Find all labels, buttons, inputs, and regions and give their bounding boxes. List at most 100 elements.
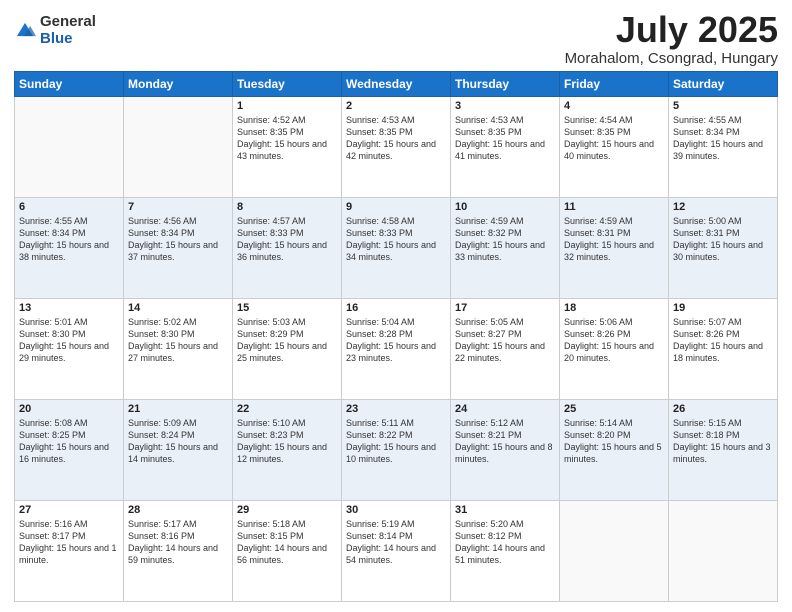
day-info: Sunrise: 4:59 AMSunset: 8:31 PMDaylight:… [564,215,664,264]
day-info: Sunrise: 5:19 AMSunset: 8:14 PMDaylight:… [346,518,446,567]
title-block: July 2025 Morahalom, Csongrad, Hungary [565,10,778,67]
day-number: 24 [455,403,555,415]
day-number: 3 [455,100,555,112]
table-row: 22Sunrise: 5:10 AMSunset: 8:23 PMDayligh… [233,399,342,500]
day-info: Sunrise: 5:08 AMSunset: 8:25 PMDaylight:… [19,417,119,466]
table-row: 23 Sunrise: 5:11 AMSunset: 8:22 PMDayligh… [342,399,451,500]
day-info: Sunrise: 5:09 AMSunset: 8:24 PMDaylight:… [128,417,228,466]
day-info: Sunrise: 4:56 AMSunset: 8:34 PMDaylight:… [128,215,228,264]
table-row: 3 Sunrise: 4:53 AMSunset: 8:35 PMDaylight… [451,96,560,197]
day-info: Sunrise: 5:07 AMSunset: 8:26 PMDaylight:… [673,316,773,365]
day-number: 9 [346,201,446,213]
day-info: Sunrise: 5:06 AMSunset: 8:26 PMDaylight:… [564,316,664,365]
table-row: 26 Sunrise: 5:15 AMSunset: 8:18 PMDayligh… [669,399,778,500]
table-row: 21 Sunrise: 5:09 AMSunset: 8:24 PMDayligh… [124,399,233,500]
header-friday: Friday [560,71,669,96]
day-number: 29 [237,504,337,516]
table-row: 25Sunrise: 5:14 AMSunset: 8:20 PMDayligh… [560,399,669,500]
calendar-table: Sunday Monday Tuesday Wednesday Thursday… [14,71,778,602]
day-info: Sunrise: 5:11 AMSunset: 8:22 PMDaylight:… [346,417,446,466]
day-info: Sunrise: 5:05 AMSunset: 8:27 PMDaylight:… [455,316,555,365]
day-number: 2 [346,100,446,112]
logo-icon [14,20,36,42]
day-info: Sunrise: 5:15 AMSunset: 8:18 PMDaylight:… [673,417,773,466]
day-info: Sunrise: 5:20 AMSunset: 8:12 PMDaylight:… [455,518,555,567]
day-info: Sunrise: 4:55 AMSunset: 8:34 PMDaylight:… [673,114,773,163]
header-wednesday: Wednesday [342,71,451,96]
day-info: Sunrise: 5:00 AMSunset: 8:31 PMDaylight:… [673,215,773,264]
calendar-week-row: 6 Sunrise: 4:55 AMSunset: 8:34 PMDaylight… [15,197,778,298]
day-number: 20 [19,403,119,415]
day-number: 11 [564,201,664,213]
table-row: 31 Sunrise: 5:20 AMSunset: 8:12 PMDayligh… [451,500,560,601]
table-row: 5 Sunrise: 4:55 AMSunset: 8:34 PMDaylight… [669,96,778,197]
header-monday: Monday [124,71,233,96]
day-number: 27 [19,504,119,516]
day-info: Sunrise: 5:12 AMSunset: 8:21 PMDaylight:… [455,417,555,466]
day-info: Sunrise: 5:17 AMSunset: 8:16 PMDaylight:… [128,518,228,567]
table-row: 1Sunrise: 4:52 AMSunset: 8:35 PMDaylight… [233,96,342,197]
day-info: Sunrise: 4:53 AMSunset: 8:35 PMDaylight:… [346,114,446,163]
day-number: 16 [346,302,446,314]
table-row: 13 Sunrise: 5:01 AMSunset: 8:30 PMDayligh… [15,298,124,399]
day-number: 8 [237,201,337,213]
table-row [15,96,124,197]
header-tuesday: Tuesday [233,71,342,96]
table-row: 4Sunrise: 4:54 AMSunset: 8:35 PMDaylight… [560,96,669,197]
day-info: Sunrise: 4:58 AMSunset: 8:33 PMDaylight:… [346,215,446,264]
day-info: Sunrise: 5:18 AMSunset: 8:15 PMDaylight:… [237,518,337,567]
table-row: 7 Sunrise: 4:56 AMSunset: 8:34 PMDaylight… [124,197,233,298]
calendar-week-row: 27 Sunrise: 5:16 AMSunset: 8:17 PMDayligh… [15,500,778,601]
day-number: 26 [673,403,773,415]
table-row: 29 Sunrise: 5:18 AMSunset: 8:15 PMDayligh… [233,500,342,601]
table-row: 17 Sunrise: 5:05 AMSunset: 8:27 PMDayligh… [451,298,560,399]
table-row: 11 Sunrise: 4:59 AMSunset: 8:31 PMDayligh… [560,197,669,298]
day-info: Sunrise: 4:55 AMSunset: 8:34 PMDaylight:… [19,215,119,264]
table-row: 16 Sunrise: 5:04 AMSunset: 8:28 PMDayligh… [342,298,451,399]
table-row: 18Sunrise: 5:06 AMSunset: 8:26 PMDayligh… [560,298,669,399]
day-number: 17 [455,302,555,314]
day-number: 23 [346,403,446,415]
table-row [124,96,233,197]
day-info: Sunrise: 5:02 AMSunset: 8:30 PMDaylight:… [128,316,228,365]
day-number: 12 [673,201,773,213]
day-number: 22 [237,403,337,415]
day-number: 4 [564,100,664,112]
day-number: 19 [673,302,773,314]
calendar-week-row: 13 Sunrise: 5:01 AMSunset: 8:30 PMDayligh… [15,298,778,399]
table-row: 15Sunrise: 5:03 AMSunset: 8:29 PMDayligh… [233,298,342,399]
table-row: 9 Sunrise: 4:58 AMSunset: 8:33 PMDaylight… [342,197,451,298]
table-row: 28 Sunrise: 5:17 AMSunset: 8:16 PMDayligh… [124,500,233,601]
day-info: Sunrise: 4:57 AMSunset: 8:33 PMDaylight:… [237,215,337,264]
day-number: 28 [128,504,228,516]
logo: General Blue [14,14,96,47]
logo-text: General Blue [40,14,96,47]
header-sunday: Sunday [15,71,124,96]
header-thursday: Thursday [451,71,560,96]
table-row: 20 Sunrise: 5:08 AMSunset: 8:25 PMDayligh… [15,399,124,500]
calendar-week-row: 1Sunrise: 4:52 AMSunset: 8:35 PMDaylight… [15,96,778,197]
logo-general: General [40,14,96,31]
subtitle: Morahalom, Csongrad, Hungary [565,50,778,67]
day-info: Sunrise: 5:16 AMSunset: 8:17 PMDaylight:… [19,518,119,567]
day-info: Sunrise: 5:04 AMSunset: 8:28 PMDaylight:… [346,316,446,365]
day-number: 31 [455,504,555,516]
day-info: Sunrise: 5:01 AMSunset: 8:30 PMDaylight:… [19,316,119,365]
day-number: 25 [564,403,664,415]
day-number: 13 [19,302,119,314]
table-row: 2 Sunrise: 4:53 AMSunset: 8:35 PMDaylight… [342,96,451,197]
table-row: 8 Sunrise: 4:57 AMSunset: 8:33 PMDaylight… [233,197,342,298]
day-info: Sunrise: 4:59 AMSunset: 8:32 PMDaylight:… [455,215,555,264]
logo-blue: Blue [40,31,96,48]
day-number: 10 [455,201,555,213]
header: General Blue July 2025 Morahalom, Csongr… [14,10,778,67]
table-row: 24 Sunrise: 5:12 AMSunset: 8:21 PMDayligh… [451,399,560,500]
header-saturday: Saturday [669,71,778,96]
calendar-week-row: 20 Sunrise: 5:08 AMSunset: 8:25 PMDayligh… [15,399,778,500]
day-number: 6 [19,201,119,213]
day-info: Sunrise: 5:03 AMSunset: 8:29 PMDaylight:… [237,316,337,365]
day-number: 21 [128,403,228,415]
day-number: 5 [673,100,773,112]
day-info: Sunrise: 4:53 AMSunset: 8:35 PMDaylight:… [455,114,555,163]
day-number: 7 [128,201,228,213]
